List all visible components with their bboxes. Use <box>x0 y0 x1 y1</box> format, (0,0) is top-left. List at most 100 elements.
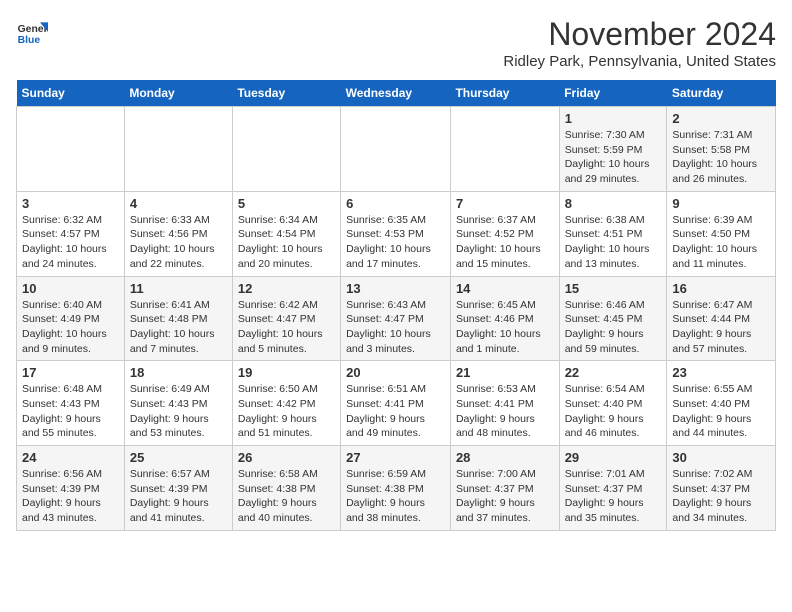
calendar-cell <box>124 107 232 192</box>
day-number: 24 <box>22 450 119 465</box>
day-number: 23 <box>672 365 770 380</box>
week-row-1: 1 Sunrise: 7:30 AM Sunset: 5:59 PM Daylig… <box>17 107 776 192</box>
cell-info: Sunrise: 6:58 AM Sunset: 4:38 PM Dayligh… <box>238 467 335 526</box>
day-number: 27 <box>346 450 445 465</box>
day-number: 30 <box>672 450 770 465</box>
header-sunday: Sunday <box>17 80 125 107</box>
cell-info: Sunrise: 6:34 AM Sunset: 4:54 PM Dayligh… <box>238 213 335 272</box>
header-thursday: Thursday <box>450 80 559 107</box>
calendar-cell: 14 Sunrise: 6:45 AM Sunset: 4:46 PM Dayli… <box>450 276 559 361</box>
cell-info: Sunrise: 6:51 AM Sunset: 4:41 PM Dayligh… <box>346 382 445 441</box>
day-number: 16 <box>672 281 770 296</box>
calendar-cell <box>341 107 451 192</box>
calendar-table: SundayMondayTuesdayWednesdayThursdayFrid… <box>16 80 776 531</box>
location-subtitle: Ridley Park, Pennsylvania, United States <box>503 53 776 70</box>
day-number: 18 <box>130 365 227 380</box>
calendar-cell: 9Sunrise: 6:39 AM Sunset: 4:50 PM Daylig… <box>667 191 776 276</box>
cell-info: Sunrise: 6:56 AM Sunset: 4:39 PM Dayligh… <box>22 467 119 526</box>
day-number: 14 <box>456 281 554 296</box>
day-number: 19 <box>238 365 335 380</box>
cell-info: Sunrise: 6:48 AM Sunset: 4:43 PM Dayligh… <box>22 382 119 441</box>
calendar-cell: 8Sunrise: 6:38 AM Sunset: 4:51 PM Daylig… <box>559 191 667 276</box>
title-section: November 2024 Ridley Park, Pennsylvania,… <box>503 16 776 70</box>
calendar-cell: 7 Sunrise: 6:37 AM Sunset: 4:52 PM Daylig… <box>450 191 559 276</box>
logo: General Blue <box>16 16 48 48</box>
cell-info: Sunrise: 7:02 AM Sunset: 4:37 PM Dayligh… <box>672 467 770 526</box>
day-number: 8 <box>565 196 662 211</box>
cell-info: Sunrise: 6:40 AM Sunset: 4:49 PM Dayligh… <box>22 298 119 357</box>
day-number: 3 <box>22 196 119 211</box>
cell-info: Sunrise: 7:00 AM Sunset: 4:37 PM Dayligh… <box>456 467 554 526</box>
day-number: 11 <box>130 281 227 296</box>
month-title: November 2024 <box>503 16 776 53</box>
calendar-cell: 29 Sunrise: 7:01 AM Sunset: 4:37 PM Dayli… <box>559 446 667 531</box>
calendar-cell: 24 Sunrise: 6:56 AM Sunset: 4:39 PM Dayli… <box>17 446 125 531</box>
calendar-cell: 2Sunrise: 7:31 AM Sunset: 5:58 PM Daylig… <box>667 107 776 192</box>
calendar-cell: 4 Sunrise: 6:33 AM Sunset: 4:56 PM Daylig… <box>124 191 232 276</box>
header-tuesday: Tuesday <box>232 80 340 107</box>
day-number: 10 <box>22 281 119 296</box>
calendar-cell: 17 Sunrise: 6:48 AM Sunset: 4:43 PM Dayli… <box>17 361 125 446</box>
day-number: 7 <box>456 196 554 211</box>
cell-info: Sunrise: 6:55 AM Sunset: 4:40 PM Dayligh… <box>672 382 770 441</box>
page-header: General Blue November 2024 Ridley Park, … <box>16 16 776 70</box>
cell-info: Sunrise: 6:45 AM Sunset: 4:46 PM Dayligh… <box>456 298 554 357</box>
calendar-cell: 12 Sunrise: 6:42 AM Sunset: 4:47 PM Dayli… <box>232 276 340 361</box>
calendar-cell: 25Sunrise: 6:57 AM Sunset: 4:39 PM Dayli… <box>124 446 232 531</box>
calendar-cell <box>232 107 340 192</box>
day-number: 29 <box>565 450 662 465</box>
header-monday: Monday <box>124 80 232 107</box>
day-number: 1 <box>565 111 662 126</box>
calendar-cell: 10 Sunrise: 6:40 AM Sunset: 4:49 PM Dayli… <box>17 276 125 361</box>
calendar-cell: 13 Sunrise: 6:43 AM Sunset: 4:47 PM Dayli… <box>341 276 451 361</box>
calendar-cell: 16 Sunrise: 6:47 AM Sunset: 4:44 PM Dayli… <box>667 276 776 361</box>
cell-info: Sunrise: 7:30 AM Sunset: 5:59 PM Dayligh… <box>565 128 662 187</box>
cell-info: Sunrise: 6:37 AM Sunset: 4:52 PM Dayligh… <box>456 213 554 272</box>
day-number: 28 <box>456 450 554 465</box>
day-number: 12 <box>238 281 335 296</box>
day-number: 9 <box>672 196 770 211</box>
cell-info: Sunrise: 6:43 AM Sunset: 4:47 PM Dayligh… <box>346 298 445 357</box>
week-row-4: 17 Sunrise: 6:48 AM Sunset: 4:43 PM Dayli… <box>17 361 776 446</box>
cell-info: Sunrise: 7:01 AM Sunset: 4:37 PM Dayligh… <box>565 467 662 526</box>
calendar-cell <box>17 107 125 192</box>
calendar-cell: 22Sunrise: 6:54 AM Sunset: 4:40 PM Dayli… <box>559 361 667 446</box>
cell-info: Sunrise: 6:59 AM Sunset: 4:38 PM Dayligh… <box>346 467 445 526</box>
cell-info: Sunrise: 6:50 AM Sunset: 4:42 PM Dayligh… <box>238 382 335 441</box>
calendar-cell: 6Sunrise: 6:35 AM Sunset: 4:53 PM Daylig… <box>341 191 451 276</box>
svg-text:Blue: Blue <box>18 35 41 46</box>
day-number: 20 <box>346 365 445 380</box>
calendar-cell: 21 Sunrise: 6:53 AM Sunset: 4:41 PM Dayli… <box>450 361 559 446</box>
calendar-cell: 5 Sunrise: 6:34 AM Sunset: 4:54 PM Daylig… <box>232 191 340 276</box>
cell-info: Sunrise: 6:41 AM Sunset: 4:48 PM Dayligh… <box>130 298 227 357</box>
day-number: 6 <box>346 196 445 211</box>
calendar-cell: 30 Sunrise: 7:02 AM Sunset: 4:37 PM Dayli… <box>667 446 776 531</box>
calendar-cell <box>450 107 559 192</box>
cell-info: Sunrise: 6:57 AM Sunset: 4:39 PM Dayligh… <box>130 467 227 526</box>
day-number: 13 <box>346 281 445 296</box>
calendar-cell: 11 Sunrise: 6:41 AM Sunset: 4:48 PM Dayli… <box>124 276 232 361</box>
day-number: 21 <box>456 365 554 380</box>
cell-info: Sunrise: 6:42 AM Sunset: 4:47 PM Dayligh… <box>238 298 335 357</box>
week-row-3: 10 Sunrise: 6:40 AM Sunset: 4:49 PM Dayli… <box>17 276 776 361</box>
cell-info: Sunrise: 6:49 AM Sunset: 4:43 PM Dayligh… <box>130 382 227 441</box>
day-number: 15 <box>565 281 662 296</box>
cell-info: Sunrise: 6:33 AM Sunset: 4:56 PM Dayligh… <box>130 213 227 272</box>
cell-info: Sunrise: 6:53 AM Sunset: 4:41 PM Dayligh… <box>456 382 554 441</box>
calendar-cell: 1 Sunrise: 7:30 AM Sunset: 5:59 PM Daylig… <box>559 107 667 192</box>
cell-info: Sunrise: 6:46 AM Sunset: 4:45 PM Dayligh… <box>565 298 662 357</box>
calendar-cell: 26 Sunrise: 6:58 AM Sunset: 4:38 PM Dayli… <box>232 446 340 531</box>
calendar-cell: 3Sunrise: 6:32 AM Sunset: 4:57 PM Daylig… <box>17 191 125 276</box>
day-number: 26 <box>238 450 335 465</box>
calendar-cell: 20 Sunrise: 6:51 AM Sunset: 4:41 PM Dayli… <box>341 361 451 446</box>
header-wednesday: Wednesday <box>341 80 451 107</box>
calendar-cell: 28 Sunrise: 7:00 AM Sunset: 4:37 PM Dayli… <box>450 446 559 531</box>
logo-icon: General Blue <box>16 16 48 48</box>
week-row-2: 3Sunrise: 6:32 AM Sunset: 4:57 PM Daylig… <box>17 191 776 276</box>
calendar-cell: 18 Sunrise: 6:49 AM Sunset: 4:43 PM Dayli… <box>124 361 232 446</box>
day-number: 4 <box>130 196 227 211</box>
cell-info: Sunrise: 6:47 AM Sunset: 4:44 PM Dayligh… <box>672 298 770 357</box>
day-number: 17 <box>22 365 119 380</box>
cell-info: Sunrise: 7:31 AM Sunset: 5:58 PM Dayligh… <box>672 128 770 187</box>
day-number: 5 <box>238 196 335 211</box>
